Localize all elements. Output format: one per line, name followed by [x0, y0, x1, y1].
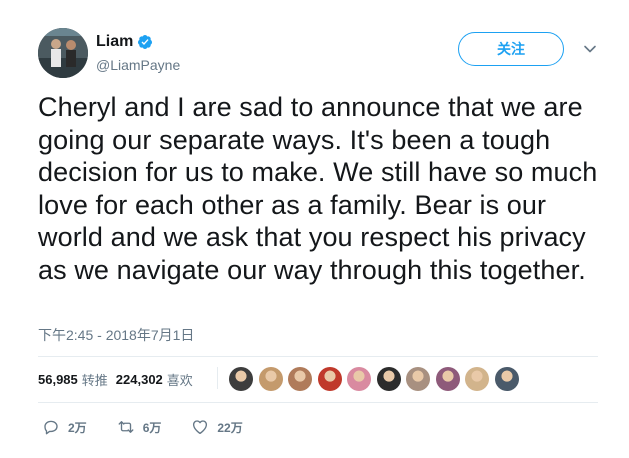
display-name[interactable]: Liam	[96, 33, 133, 51]
liker-avatar[interactable]	[229, 367, 253, 391]
divider	[38, 356, 598, 357]
likes-label[interactable]: 喜欢	[167, 370, 193, 389]
liker-avatar[interactable]	[376, 367, 401, 391]
like-button[interactable]: 22万	[191, 418, 243, 436]
liker-avatar[interactable]	[494, 367, 519, 391]
likes-count[interactable]: 224,302	[116, 372, 163, 387]
liker-avatar[interactable]	[465, 367, 489, 391]
heart-icon	[193, 420, 208, 435]
retweet-count: 6万	[142, 420, 162, 435]
liker-avatar[interactable]	[347, 367, 371, 391]
liker-avatar[interactable]	[435, 367, 460, 391]
tweet-text: Cheryl and I are sad to announce that we…	[38, 92, 598, 285]
reply-count: 2万	[68, 420, 87, 435]
liker-avatar[interactable]	[406, 367, 430, 391]
user-handle[interactable]: @LiamPayne	[96, 57, 180, 73]
like-count: 22万	[217, 420, 243, 435]
tweet-card: Liam @LiamPayne 关注 Cheryl and I are sad …	[0, 0, 629, 458]
liker-avatar[interactable]	[288, 367, 312, 391]
divider	[38, 402, 598, 403]
reply-icon	[44, 420, 58, 435]
retweet-icon	[118, 421, 134, 433]
chevron-down-icon[interactable]	[583, 42, 597, 56]
avatar[interactable]	[38, 28, 88, 78]
retweets-count[interactable]: 56,985	[38, 372, 78, 387]
retweet-button[interactable]: 6万	[117, 418, 162, 436]
liker-avatars	[229, 367, 524, 391]
liker-avatar[interactable]	[258, 367, 283, 391]
verified-badge-icon	[138, 35, 153, 49]
tweet-header: Liam @LiamPayne 关注	[38, 28, 598, 78]
retweets-label[interactable]: 转推	[82, 370, 108, 389]
stats-separator	[217, 367, 218, 389]
tweet-actions: 2万 6万 22万	[42, 418, 273, 436]
liker-avatar[interactable]	[317, 367, 342, 391]
tweet-stats: 56,985 转推 224,302 喜欢	[38, 367, 218, 389]
reply-button[interactable]: 2万	[42, 418, 87, 436]
tweet-timestamp[interactable]: 下午2:45 - 2018年7月1日	[38, 325, 194, 345]
follow-button[interactable]: 关注	[458, 32, 564, 66]
user-names: Liam @LiamPayne	[96, 32, 180, 73]
